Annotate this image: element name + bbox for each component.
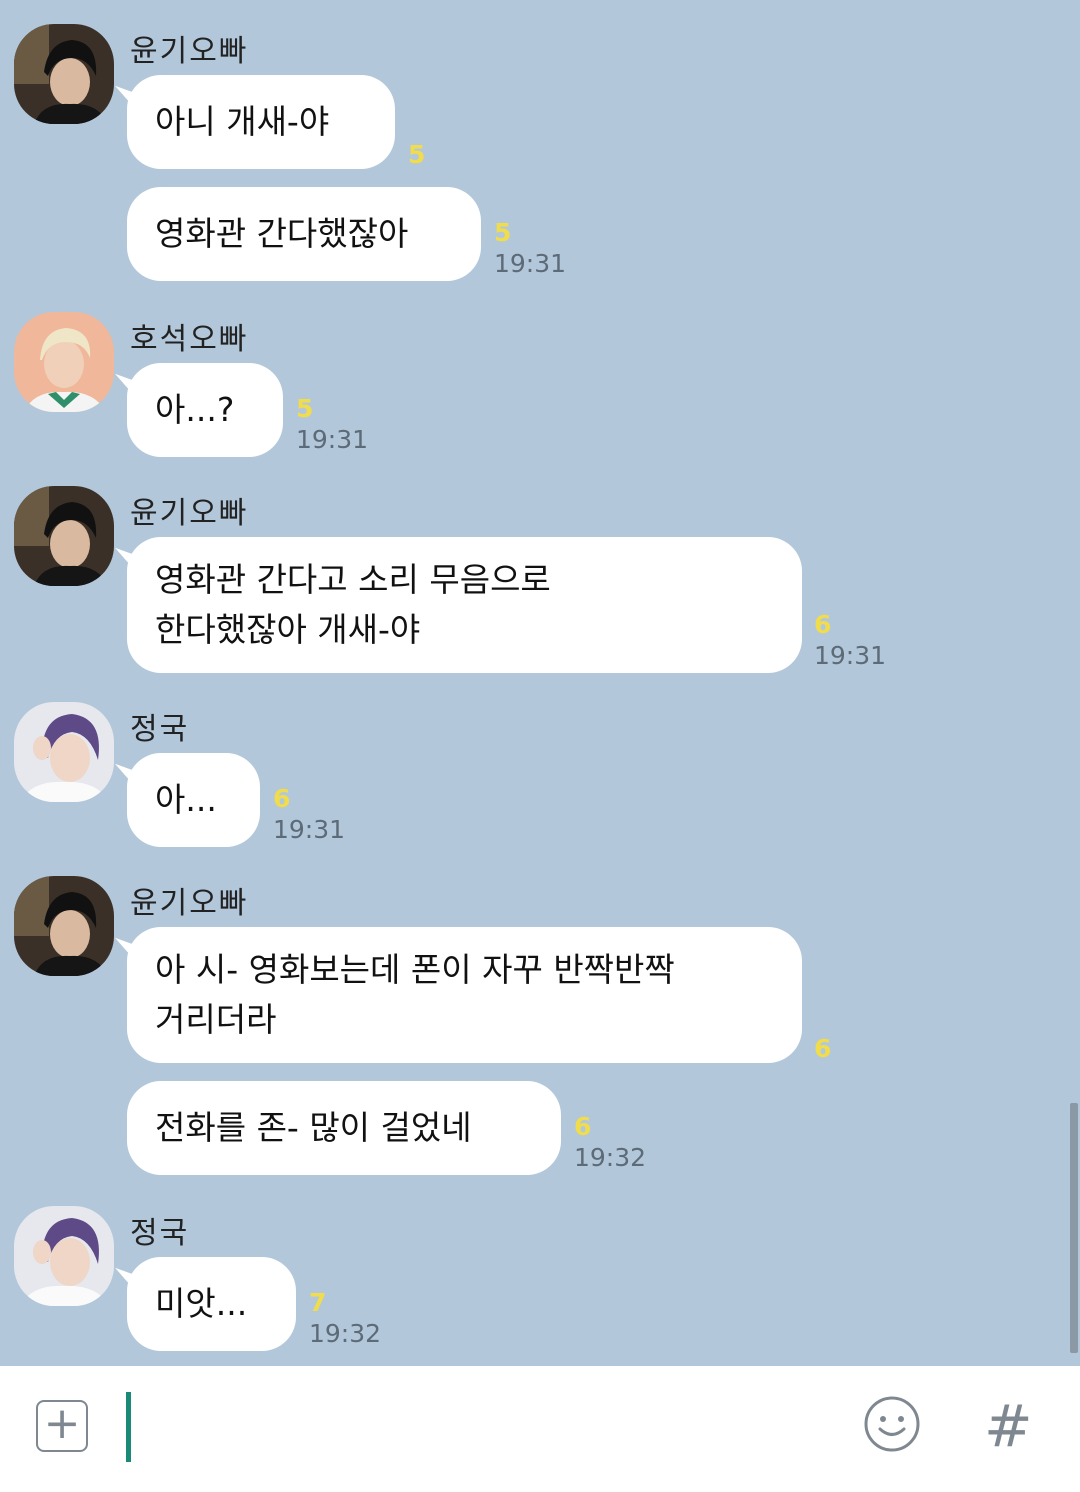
chat-area[interactable]: 윤기오빠 아니 개새-야 5 영화관 간다했잖아 5 19:31 호석오빠 아.…: [0, 0, 1080, 1366]
message-text: 미앗...: [155, 1284, 248, 1323]
smiley-icon[interactable]: [862, 1394, 922, 1454]
message-text: 영화관 간다고 소리 무음으로 한다했잖아 개새-야: [155, 560, 551, 649]
message-text: 아니 개새-야: [155, 102, 330, 141]
sender-name: 윤기오빠: [130, 886, 249, 921]
unread-count: 5: [296, 394, 314, 423]
timestamp: 19:32: [574, 1143, 647, 1172]
sender-name: 정국: [130, 1216, 190, 1251]
timestamp: 19:31: [296, 425, 369, 454]
timestamp: 19:32: [309, 1319, 382, 1348]
message-meta: 5: [408, 140, 425, 169]
message-text: 아...: [155, 780, 217, 819]
message-meta: 6 19:32: [574, 1112, 646, 1172]
timestamp: 19:31: [494, 249, 567, 278]
message-bubble[interactable]: 미앗...: [127, 1257, 296, 1351]
message-text: 전화를 존- 많이 걸었네: [155, 1108, 472, 1147]
sender-name: 윤기오빠: [130, 34, 249, 69]
message-text: 아 시- 영화보는데 폰이 자꾸 반짝반짝 거리더라: [155, 950, 675, 1039]
unread-count: 6: [814, 1034, 832, 1063]
avatar-jungkook[interactable]: [14, 1206, 114, 1306]
avatar-jungkook[interactable]: [14, 702, 114, 802]
text-cursor[interactable]: [126, 1392, 131, 1462]
unread-count: 7: [309, 1288, 327, 1317]
message-bubble[interactable]: 아 시- 영화보는데 폰이 자꾸 반짝반짝 거리더라: [127, 927, 802, 1063]
message-bubble[interactable]: 아...: [127, 753, 260, 847]
sender-name: 윤기오빠: [130, 496, 249, 531]
avatar-yoongi[interactable]: [14, 486, 114, 586]
message-bubble[interactable]: 아...?: [127, 363, 283, 457]
message-bubble[interactable]: 영화관 간다고 소리 무음으로 한다했잖아 개새-야: [127, 537, 802, 673]
message-meta: 5 19:31: [494, 218, 566, 278]
message-meta: 6 19:31: [273, 784, 345, 844]
message-meta: 5 19:31: [296, 394, 368, 454]
message-bubble[interactable]: 전화를 존- 많이 걸었네: [127, 1081, 561, 1175]
scrollbar[interactable]: [1070, 1103, 1078, 1353]
avatar-hoseok[interactable]: [14, 312, 114, 412]
message-bubble[interactable]: 아니 개새-야: [127, 75, 395, 169]
unread-count: 5: [494, 218, 512, 247]
timestamp: 19:31: [273, 815, 346, 844]
message-meta: 6 19:31: [814, 610, 886, 670]
message-text: 아...?: [155, 390, 235, 429]
sender-name: 호석오빠: [130, 322, 249, 357]
unread-count: 6: [273, 784, 291, 813]
avatar-yoongi[interactable]: [14, 876, 114, 976]
plus-square-icon[interactable]: +: [36, 1400, 88, 1452]
avatar-yoongi[interactable]: [14, 24, 114, 124]
message-meta: 6: [814, 1034, 831, 1063]
message-input-bar: + #: [0, 1366, 1080, 1492]
timestamp: 19:31: [814, 641, 887, 670]
hashtag-icon[interactable]: #: [984, 1396, 1033, 1456]
sender-name: 정국: [130, 712, 190, 747]
unread-count: 6: [574, 1112, 592, 1141]
unread-count: 5: [408, 140, 426, 169]
unread-count: 6: [814, 610, 832, 639]
message-text: 영화관 간다했잖아: [155, 214, 409, 253]
message-meta: 7 19:32: [309, 1288, 381, 1348]
message-bubble[interactable]: 영화관 간다했잖아: [127, 187, 481, 281]
